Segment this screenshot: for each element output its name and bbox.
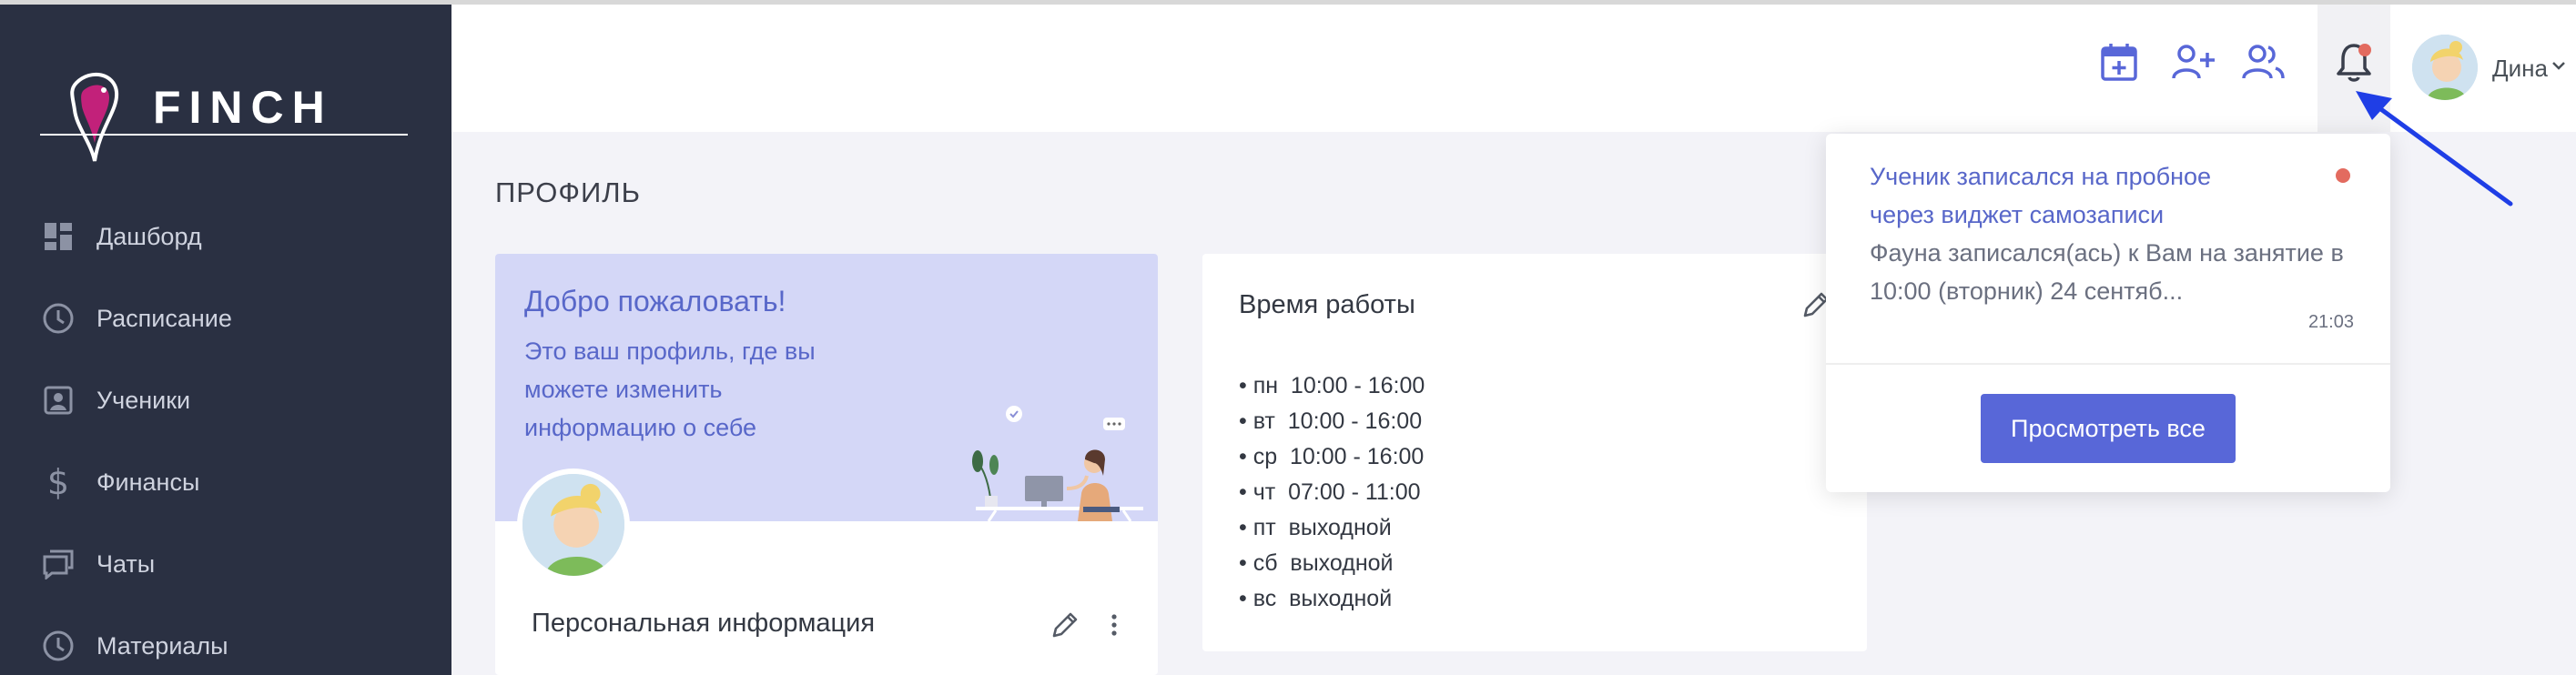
svg-text:$: $ [47,465,69,499]
sidebar-item-dashboard[interactable]: Дашборд [0,196,451,277]
annotation-arrow-icon [2356,91,2513,207]
schedule-row: • пн 10:00 - 16:00 [1239,373,1425,398]
schedule-row: • чт 07:00 - 11:00 [1239,479,1421,505]
brand-logo[interactable]: FINCH [40,70,408,170]
brand-name: FINCH [153,82,333,133]
calendar-add-icon [2101,44,2137,81]
divider [1826,363,2390,365]
unread-dot [2358,44,2371,56]
schedule-row: • сб выходной [1239,550,1394,576]
schedule-row: • вт 10:00 - 16:00 [1239,408,1423,434]
schedule-list: • пн 10:00 - 16:00 • вт 10:00 - 16:00 • … [1239,368,1425,617]
sidebar-item-chats[interactable]: Чаты [0,523,451,605]
page-title: ПРОФИЛЬ [495,176,641,208]
sidebar-menu: Дашборд Расписание Ученики $ Финансы Чат… [0,196,451,675]
sidebar-item-finance[interactable]: $ Финансы [0,441,451,523]
logo-underline [40,134,408,136]
dollar-icon: $ [40,464,76,500]
view-all-button[interactable]: Просмотреть все [1981,394,2236,463]
user-add-icon [2172,45,2215,79]
personal-info-title: Персональная информация [532,609,876,638]
more-vertical-icon [1111,614,1117,636]
sidebar-item-label: Материалы [96,631,228,660]
sidebar-item-label: Расписание [96,304,232,332]
clock-icon [40,628,76,664]
chevron-down-icon[interactable] [2551,60,2567,71]
sidebar-item-label: Ученики [96,386,191,414]
clock-icon [40,300,76,337]
student-icon [40,382,76,418]
users-icon [2242,45,2285,79]
chat-icon [40,546,76,582]
groups-button[interactable] [2239,38,2287,86]
welcome-title: Добро пожаловать! [524,285,786,317]
profile-avatar[interactable] [517,468,630,581]
tinkerbell-avatar-image [522,474,624,576]
finch-bird-icon [70,73,119,162]
sidebar-item-label: Дашборд [96,222,202,250]
user-name[interactable]: Дина [2492,55,2548,83]
sidebar-item-students[interactable]: Ученики [0,359,451,441]
notifications-button[interactable] [2330,38,2378,86]
dashboard-icon [40,218,76,255]
notification-title[interactable]: Ученик записался на пробное через виджет… [1870,157,2270,234]
schedule-row: • вс выходной [1239,586,1393,611]
welcome-text: Это ваш профиль, где вы можете изменить … [524,338,816,441]
schedule-row: • ср 10:00 - 16:00 [1239,444,1425,469]
work-time-title: Время работы [1239,290,1415,319]
sidebar: FINCH Дашборд Расписание Ученики $ Финан… [0,5,451,675]
sidebar-item-label: Чаты [96,549,156,578]
bell-icon [2337,44,2371,82]
add-student-button[interactable] [2170,38,2217,86]
edit-personal-button[interactable] [1047,607,1083,643]
calendar-add-button[interactable] [2095,38,2143,86]
notification-time: 21:03 [2307,312,2354,332]
notifications-dropdown: Ученик записался на пробное через виджет… [1826,134,2390,492]
more-options-button[interactable] [1105,607,1123,643]
sidebar-item-label: Финансы [96,468,200,496]
sidebar-item-materials[interactable]: Материалы [0,605,451,675]
sidebar-item-schedule[interactable]: Расписание [0,277,451,359]
pencil-icon [1052,612,1078,638]
schedule-row: • пт выходной [1239,515,1392,540]
work-time-card: Время работы • пн 10:00 - 16:00 • вт 10:… [1202,254,1867,651]
workspace-illustration [972,406,1143,521]
notification-text[interactable]: Фауна записался(ась) к Вам на занятие в … [1870,234,2361,310]
profile-card: Добро пожаловать! Это ваш профиль, где в… [495,254,1158,675]
